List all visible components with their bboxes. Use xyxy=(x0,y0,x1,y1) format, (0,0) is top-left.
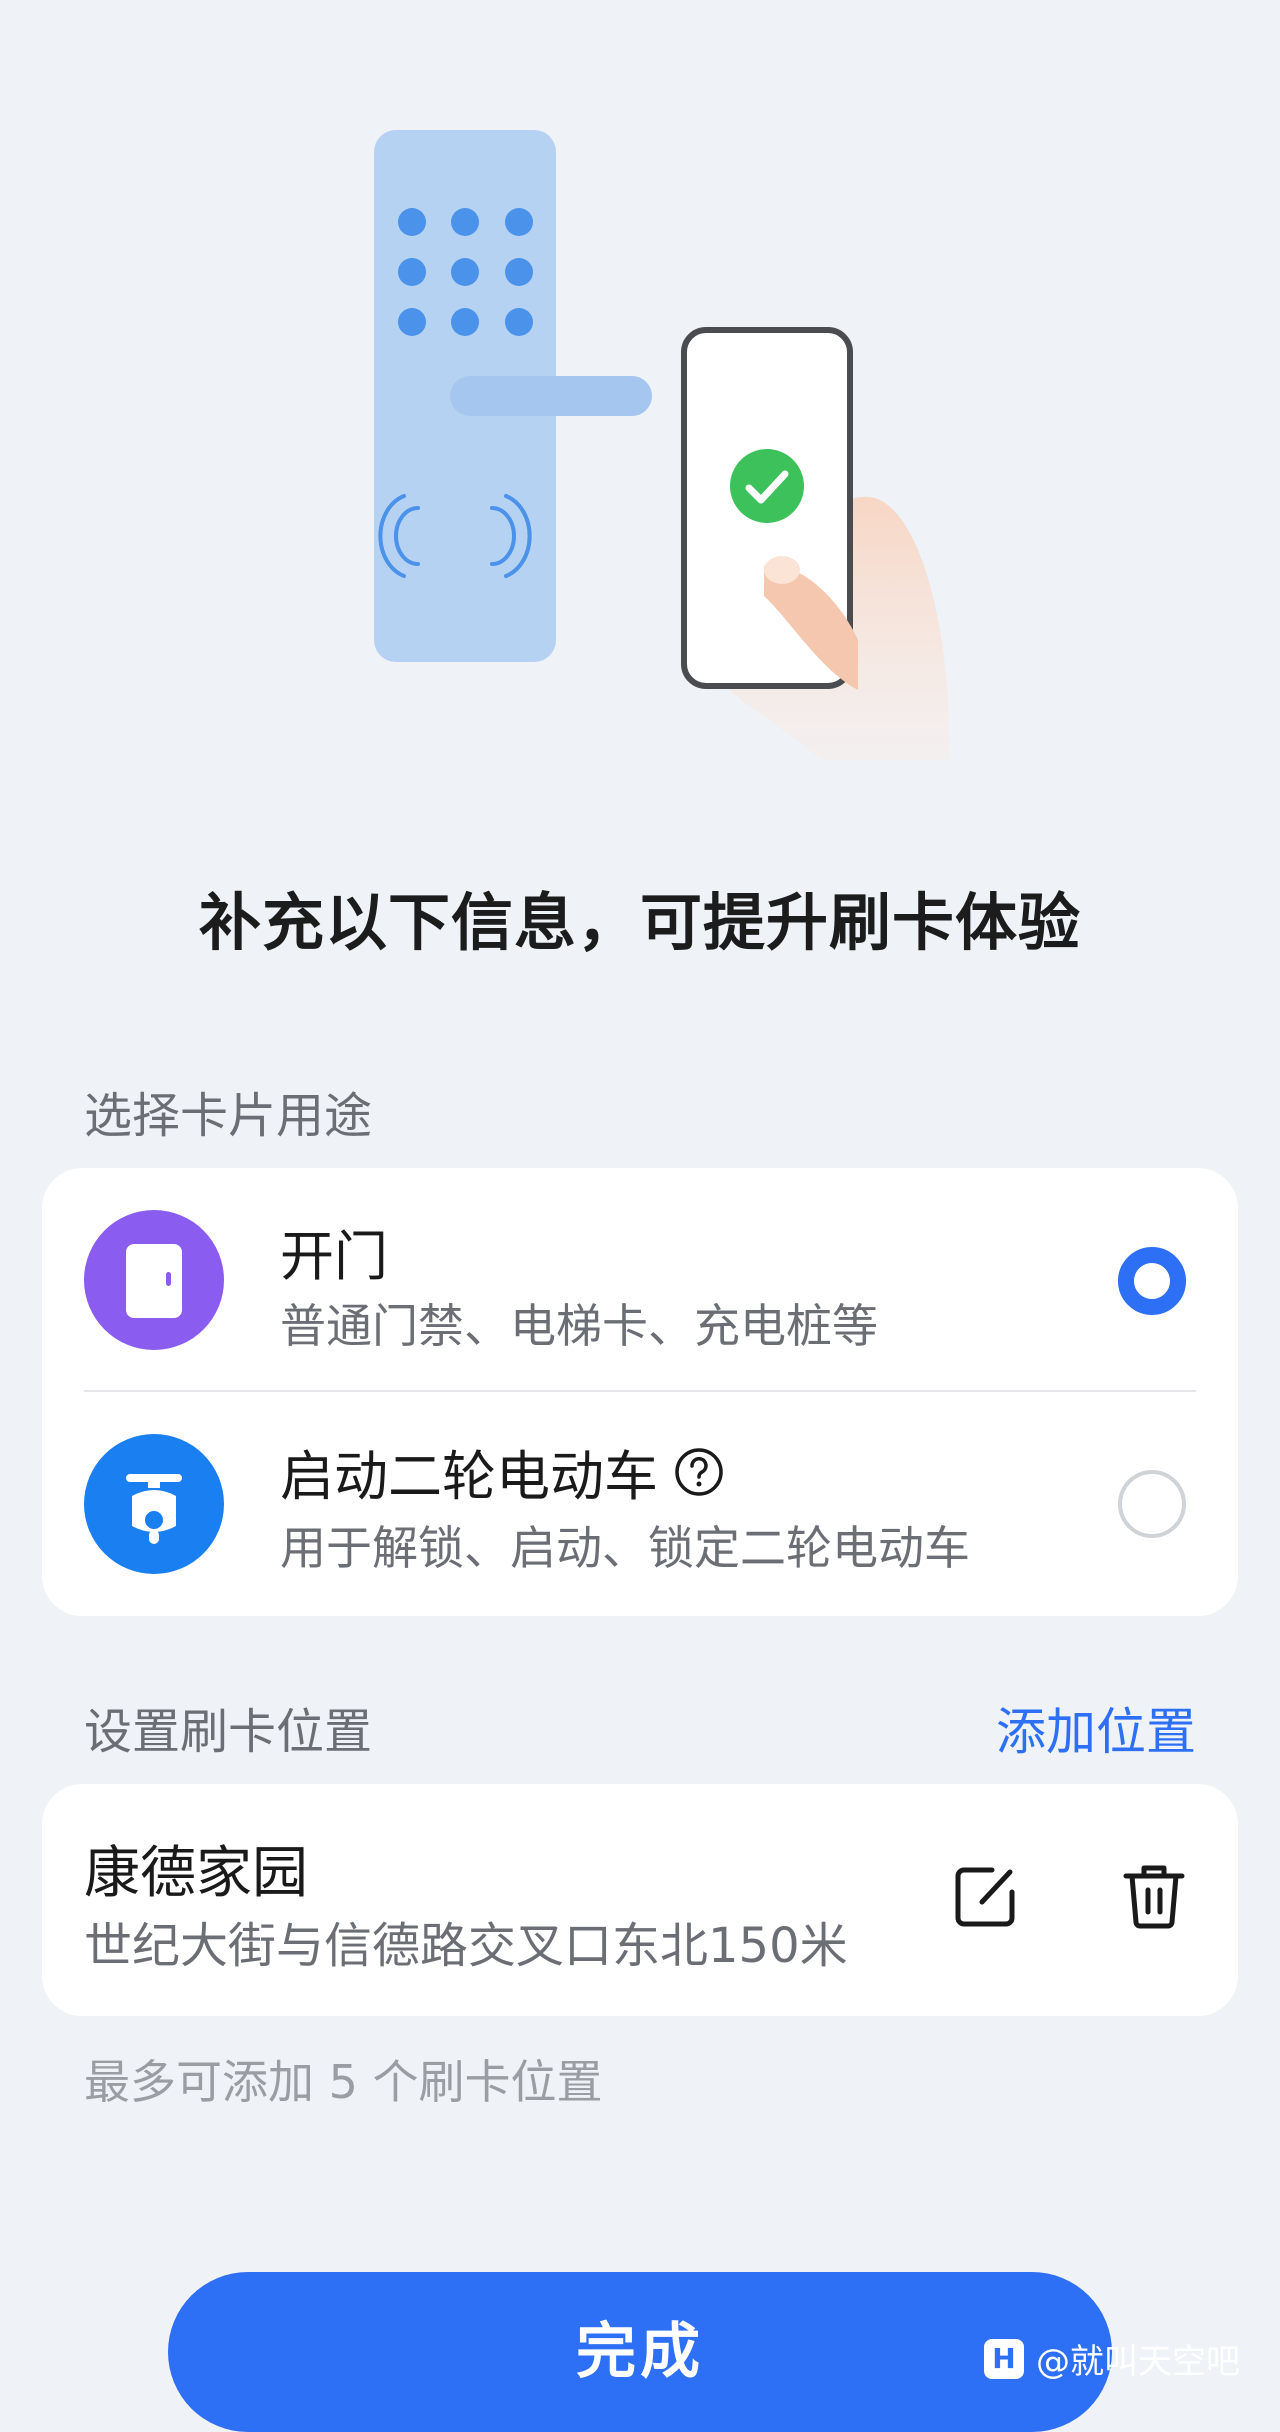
add-location-link[interactable]: 添加位置 xyxy=(996,1692,1196,1764)
location-card: 康德家园 世纪大街与信德路交叉口东北150米 xyxy=(42,1784,1238,2016)
watermark-logo-icon: H xyxy=(984,2338,1024,2379)
option-e-bike[interactable]: 启动二轮电动车 用于解锁、启动、锁定二轮电动车 xyxy=(42,1392,1238,1616)
purpose-section-label: 选择卡片用途 xyxy=(84,1088,373,1144)
option-description: 用于解锁、启动、锁定二轮电动车 xyxy=(280,1521,970,1575)
radio-e-bike[interactable] xyxy=(1118,1470,1186,1538)
purpose-options-card: 开门 普通门禁、电梯卡、充电桩等 启动二轮电动车 用于解锁、启动、锁定二轮电动车 xyxy=(42,1168,1238,1616)
location-name: 康德家园 xyxy=(84,1841,308,1906)
delete-icon[interactable] xyxy=(1114,1856,1194,1936)
door-icon xyxy=(84,1210,224,1350)
done-button[interactable]: 完成 xyxy=(168,2272,1112,2432)
page-title: 补充以下信息，可提升刷卡体验 xyxy=(198,886,1081,959)
location-limit-hint: 最多可添加 5 个刷卡位置 xyxy=(84,2055,603,2109)
location-address: 世纪大街与信德路交叉口东北150米 xyxy=(84,1918,848,1974)
option-title-row: 启动二轮电动车 xyxy=(280,1432,724,1511)
option-title: 开门 xyxy=(280,1225,388,1288)
location-item[interactable]: 康德家园 世纪大街与信德路交叉口东北150米 xyxy=(42,1784,922,2016)
radio-open-door[interactable] xyxy=(1118,1247,1186,1315)
location-section-label: 设置刷卡位置 xyxy=(84,1704,373,1760)
option-title: 启动二轮电动车 xyxy=(280,1445,658,1508)
option-open-door[interactable]: 开门 普通门禁、电梯卡、充电桩等 xyxy=(42,1168,1238,1390)
scooter-icon xyxy=(84,1434,224,1574)
option-description: 普通门禁、电梯卡、充电桩等 xyxy=(280,1299,878,1353)
help-icon[interactable] xyxy=(674,1447,724,1497)
watermark: H @就叫天空吧 xyxy=(984,2334,1240,2383)
nfc-door-lock-illustration xyxy=(374,130,950,760)
edit-icon[interactable] xyxy=(946,1856,1026,1936)
watermark-text: @就叫天空吧 xyxy=(1036,2342,1240,2382)
